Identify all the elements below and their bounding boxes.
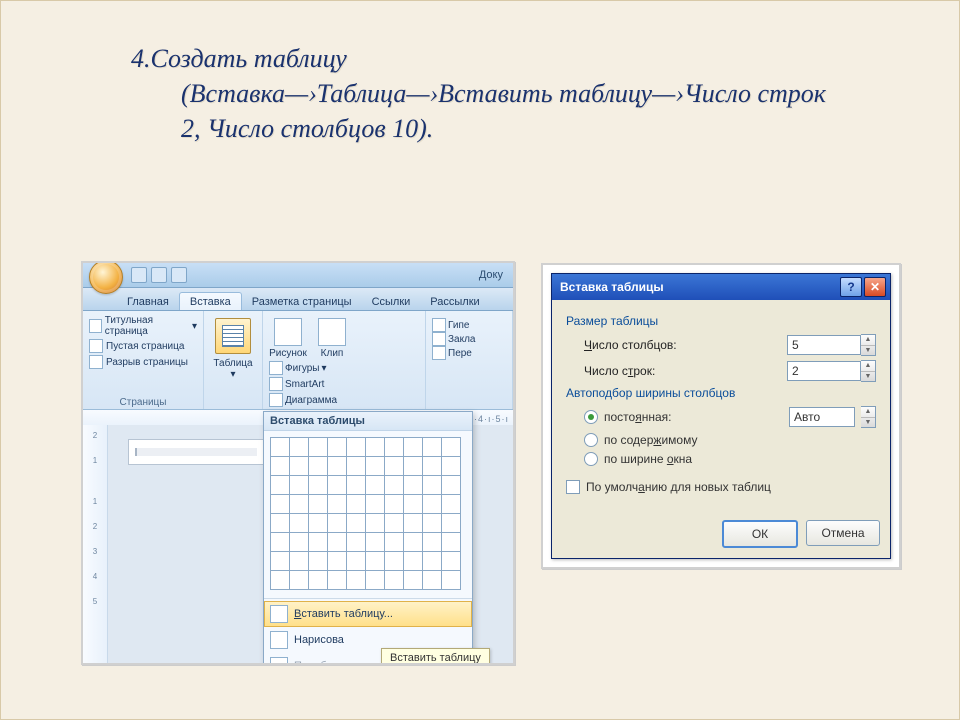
redo-icon[interactable] bbox=[171, 267, 187, 283]
columns-input[interactable]: 5 bbox=[787, 335, 861, 355]
shapes-button[interactable]: Фигуры ▾ bbox=[269, 361, 337, 375]
rows-spinner[interactable]: ▲▼ bbox=[861, 360, 876, 382]
tab-references[interactable]: Ссылки bbox=[362, 293, 421, 310]
shapes-icon bbox=[269, 361, 283, 375]
slide-heading: 4.Создать таблицу (Вставка—›Таблица—›Вст… bbox=[131, 41, 831, 146]
columns-label: Число столбцов: bbox=[584, 338, 787, 352]
save-icon[interactable] bbox=[131, 267, 147, 283]
columns-spinner[interactable]: ▲▼ bbox=[861, 334, 876, 356]
dialog-title: Вставка таблицы bbox=[560, 280, 664, 294]
ribbon: Титульная страница ▾ Пустая страница Раз… bbox=[83, 311, 513, 410]
crossref-icon bbox=[432, 346, 446, 360]
crossref-button[interactable]: Пере bbox=[432, 346, 506, 360]
dialog-titlebar: Вставка таблицы ? ✕ bbox=[552, 274, 890, 300]
ok-button[interactable]: ОК bbox=[722, 520, 798, 548]
insert-table-tooltip: Вставить таблицу bbox=[381, 648, 490, 665]
insert-table-menu-item[interactable]: ВВставить таблицу...ставить таблицу... bbox=[264, 601, 472, 627]
chart-button[interactable]: Диаграмма bbox=[269, 393, 337, 407]
undo-icon[interactable] bbox=[151, 267, 167, 283]
radio-fixed[interactable] bbox=[584, 410, 598, 424]
spinner-down-icon: ▼ bbox=[861, 372, 875, 382]
table-dropdown: Вставка таблицы ВВставить таблицу...став… bbox=[263, 411, 473, 665]
group-pages: Титульная страница ▾ Пустая страница Раз… bbox=[83, 311, 204, 409]
dialog-screenshot: Вставка таблицы ? ✕ Размер таблицы Число… bbox=[541, 263, 901, 569]
table-icon bbox=[222, 325, 244, 347]
bookmark-button[interactable]: Закла bbox=[432, 332, 506, 346]
tab-insert[interactable]: Вставка bbox=[179, 292, 242, 310]
default-checkbox-label: По умолчанию для новых таблиц bbox=[586, 480, 771, 494]
help-icon: ? bbox=[847, 280, 854, 294]
rows-label: Число строк: bbox=[584, 364, 787, 378]
spinner-up-icon: ▲ bbox=[861, 407, 875, 418]
tab-page-layout[interactable]: Разметка страницы bbox=[242, 293, 362, 310]
table-grid-picker[interactable] bbox=[264, 431, 472, 596]
convert-text-icon bbox=[270, 657, 288, 665]
radio-autofit-window[interactable] bbox=[584, 452, 598, 466]
help-button[interactable]: ? bbox=[840, 277, 862, 297]
section-autofit-label: Автоподбор ширины столбцов bbox=[566, 386, 876, 400]
picture-button[interactable]: Рисунок bbox=[269, 318, 307, 359]
group-pages-label: Страницы bbox=[83, 397, 203, 408]
hyperlink-button[interactable]: Гипе bbox=[432, 318, 506, 332]
vertical-ruler: 2112345 bbox=[83, 425, 108, 663]
smartart-button[interactable]: SmartArt bbox=[269, 377, 337, 391]
fixed-width-spinner[interactable]: ▲▼ bbox=[861, 406, 876, 428]
radio-autofit-content-label: по содержимому bbox=[604, 433, 697, 447]
tab-home[interactable]: Главная bbox=[117, 293, 179, 310]
picture-icon bbox=[274, 318, 302, 346]
heading-line-1: 4.Создать таблицу bbox=[131, 41, 831, 76]
bookmark-icon bbox=[432, 332, 446, 346]
hyperlink-icon bbox=[432, 318, 446, 332]
section-size-label: Размер таблицы bbox=[566, 314, 876, 328]
office-button-icon[interactable] bbox=[89, 261, 123, 294]
window-title: Доку bbox=[479, 269, 509, 281]
fixed-width-input[interactable]: Авто bbox=[789, 407, 855, 427]
close-icon: ✕ bbox=[870, 280, 880, 294]
chart-icon bbox=[269, 393, 283, 407]
group-links: Гипе Закла Пере bbox=[426, 311, 513, 409]
spinner-down-icon: ▼ bbox=[861, 418, 875, 428]
paragraph-mark-icon bbox=[135, 448, 257, 456]
dropdown-header: Вставка таблицы bbox=[264, 412, 472, 431]
quick-access-toolbar: Доку bbox=[83, 263, 513, 288]
tab-mailings[interactable]: Рассылки bbox=[420, 293, 489, 310]
radio-fixed-label: постоянная: bbox=[604, 410, 671, 424]
radio-autofit-window-label: по ширине окна bbox=[604, 452, 692, 466]
word-window: Доку Главная Вставка Разметка страницы С… bbox=[81, 261, 515, 665]
clipart-button[interactable]: Клип bbox=[313, 318, 351, 359]
clipart-icon bbox=[318, 318, 346, 346]
default-checkbox[interactable] bbox=[566, 480, 580, 494]
smartart-icon bbox=[269, 377, 283, 391]
cover-page-button[interactable]: Титульная страница ▾ bbox=[89, 315, 197, 337]
draw-table-icon bbox=[270, 631, 288, 649]
table-button[interactable] bbox=[215, 318, 251, 354]
radio-autofit-content[interactable] bbox=[584, 433, 598, 447]
ribbon-tabs: Главная Вставка Разметка страницы Ссылки… bbox=[83, 288, 513, 311]
insert-table-icon bbox=[270, 605, 288, 623]
page-break-icon bbox=[89, 355, 103, 369]
blank-page-icon bbox=[89, 339, 103, 353]
spinner-up-icon: ▲ bbox=[861, 361, 875, 372]
spinner-up-icon: ▲ bbox=[861, 335, 875, 346]
blank-page-button[interactable]: Пустая страница bbox=[89, 339, 197, 353]
table-button-label: Таблица ▾ bbox=[210, 358, 256, 380]
group-illustrations: Рисунок Клип Фигуры ▾ SmartArt Диаграмма bbox=[263, 311, 426, 409]
cancel-button[interactable]: Отмена bbox=[806, 520, 880, 546]
page-break-button[interactable]: Разрыв страницы bbox=[89, 355, 197, 369]
heading-line-2: (Вставка—›Таблица—›Вставить таблицу—›Чис… bbox=[181, 76, 831, 146]
rows-input[interactable]: 2 bbox=[787, 361, 861, 381]
group-tables: Таблица ▾ bbox=[204, 311, 263, 409]
insert-table-dialog: Вставка таблицы ? ✕ Размер таблицы Число… bbox=[551, 273, 891, 559]
close-button[interactable]: ✕ bbox=[864, 277, 886, 297]
spinner-down-icon: ▼ bbox=[861, 346, 875, 356]
cover-page-icon bbox=[89, 319, 102, 333]
